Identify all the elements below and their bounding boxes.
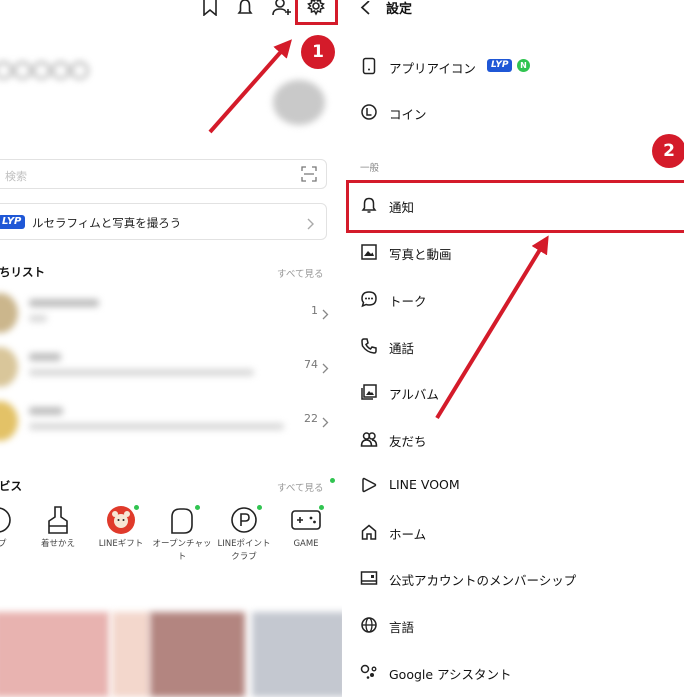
arrow-to-notifications	[435, 235, 549, 420]
step-badge-1: 1	[301, 35, 335, 69]
step-badge-2: 2	[652, 134, 684, 168]
annotation-arrows	[208, 39, 549, 420]
arrow-to-settings-icon	[208, 39, 292, 134]
highlight-settings-icon	[295, 0, 338, 25]
highlight-notifications-item	[346, 180, 684, 233]
